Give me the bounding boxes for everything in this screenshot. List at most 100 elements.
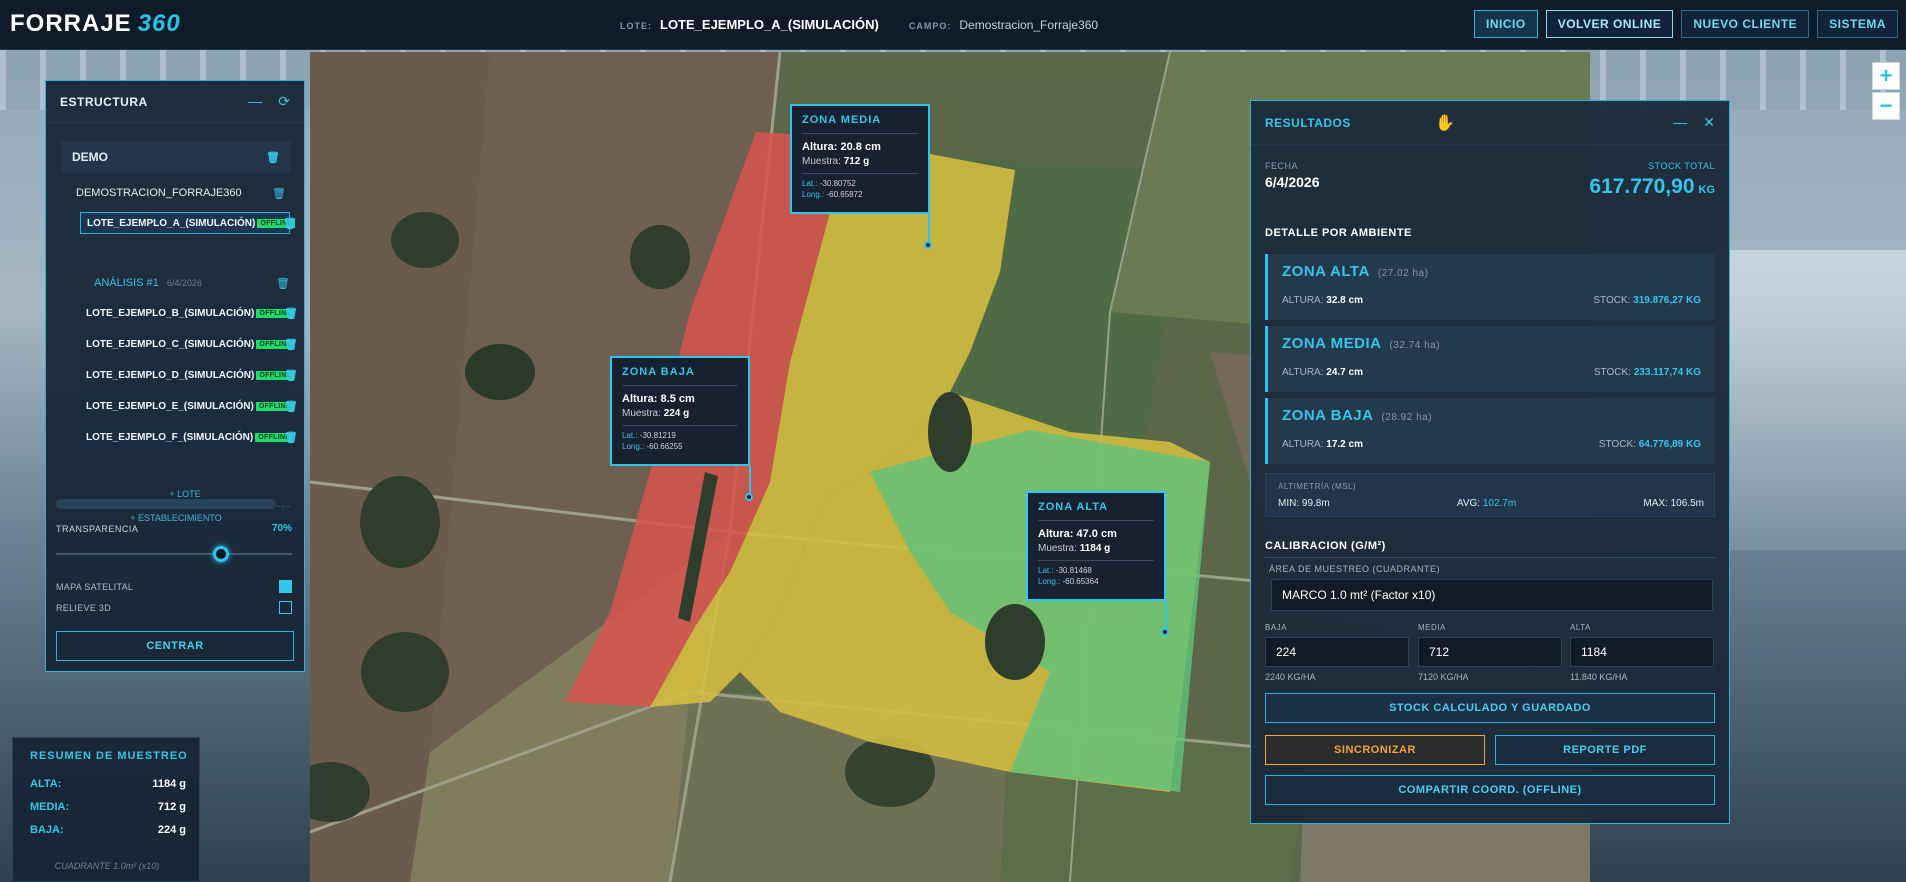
zona-card-alta[interactable]: ZONA ALTA (27.02 ha) ALTURA: 32.8 cm STOC… bbox=[1265, 254, 1715, 320]
compartir-coord-button[interactable]: COMPARTIR COORD. (OFFLINE) bbox=[1265, 775, 1715, 805]
cal-label: BAJA bbox=[1265, 623, 1288, 632]
reporte-pdf-button[interactable]: REPORTE PDF bbox=[1495, 735, 1715, 765]
cal-baja-input[interactable]: 224 bbox=[1265, 637, 1409, 667]
area-select[interactable]: MARCO 1.0 mt² (Factor x10) bbox=[1271, 579, 1713, 611]
slider-knob[interactable] bbox=[213, 546, 230, 562]
altura-value: 17.2 cm bbox=[1326, 439, 1363, 450]
minimize-icon[interactable]: — bbox=[1673, 114, 1687, 131]
tree-cluster bbox=[360, 476, 440, 568]
relieve-row: RELIEVE 3D bbox=[56, 601, 292, 614]
lat-label: Lat.: bbox=[802, 179, 818, 188]
resumen-key: BAJA: bbox=[30, 824, 64, 836]
scroll-progress-bar[interactable] bbox=[56, 499, 276, 509]
resumen-row: BAJA: 224 g bbox=[30, 824, 186, 836]
zoom-out-button[interactable]: − bbox=[1872, 92, 1900, 120]
zoom-in-button[interactable]: + bbox=[1872, 62, 1900, 90]
trash-icon[interactable]: 🗑 bbox=[284, 369, 298, 382]
callout-stem bbox=[749, 466, 751, 496]
trash-icon[interactable]: 🗑 bbox=[272, 187, 286, 200]
tree-node-lote[interactable]: LOTE_EJEMPLO_D_(SIMULACIÓN) OFFLINE 🗑 bbox=[80, 364, 298, 386]
tree-node-analisis[interactable]: ANÁLISIS #1 6/4/2026 🗑 bbox=[94, 273, 290, 293]
panel-header[interactable]: RESULTADOS — ✕ bbox=[1251, 101, 1729, 145]
callout-zona-baja[interactable]: ZONA BAJA Altura: 8.5 cm Muestra: 224 g … bbox=[610, 356, 750, 466]
add-establecimiento-button[interactable]: + ESTABLECIMIENTO bbox=[62, 513, 290, 523]
zona-card-media[interactable]: ZONA MEDIA (32.74 ha) ALTURA: 24.7 cm STO… bbox=[1265, 326, 1715, 392]
sistema-button[interactable]: SISTEMA bbox=[1817, 10, 1898, 38]
lng-label: Long.: bbox=[802, 190, 825, 199]
sample-pin-alta[interactable] bbox=[1161, 628, 1169, 636]
campo-label: CAMPO: bbox=[908, 21, 952, 31]
trash-icon[interactable]: 🗑 bbox=[284, 400, 298, 413]
resultados-panel: RESULTADOS — ✕ ✋ FECHA 6/4/2026 STOCK TO… bbox=[1250, 100, 1730, 824]
muestra-label: Muestra: bbox=[802, 156, 841, 167]
mapa-satelital-label: MAPA SATELITAL bbox=[56, 581, 134, 592]
trash-icon[interactable]: 🗑 bbox=[276, 277, 290, 290]
lote-label: LOTE_EJEMPLO_A_(SIMULACIÓN) bbox=[87, 217, 256, 229]
stock-unit: KG bbox=[1698, 184, 1716, 196]
tree-node-lote[interactable]: LOTE_EJEMPLO_F_(SIMULACIÓN) OFFLINE 🗑 bbox=[80, 426, 298, 448]
resumen-value: 224 g bbox=[157, 824, 186, 836]
zona-ha: (28.92 ha) bbox=[1381, 412, 1433, 423]
structure-tree: DEMO 🗑 DEMOSTRACION_FORRAJE360 🗑 LOTE_EJ… bbox=[62, 141, 298, 555]
resumen-row: MEDIA: 712 g bbox=[30, 801, 186, 813]
transparencia-slider[interactable] bbox=[56, 546, 292, 562]
tree-node-lote[interactable]: LOTE_EJEMPLO_B_(SIMULACIÓN) OFFLINE 🗑 bbox=[80, 302, 298, 324]
resumen-row: ALTA: 1184 g bbox=[30, 778, 186, 790]
tree-node-lote[interactable]: LOTE_EJEMPLO_E_(SIMULACIÓN) OFFLINE 🗑 bbox=[80, 395, 298, 417]
brand-suffix: 360 bbox=[137, 10, 181, 37]
altura-value: 8.5 cm bbox=[660, 393, 695, 405]
callout-zona-alta[interactable]: ZONA ALTA Altura: 47.0 cm Muestra: 1184 … bbox=[1026, 491, 1166, 601]
cal-media-input[interactable]: 712 bbox=[1418, 637, 1562, 667]
centrar-button[interactable]: CENTRAR bbox=[56, 631, 294, 661]
alt-max-label: MAX: bbox=[1643, 498, 1668, 509]
lng-label: Long.: bbox=[622, 442, 645, 451]
zona-name: ZONA ALTA bbox=[1282, 263, 1370, 280]
hand-cursor-icon: ✋ bbox=[1435, 115, 1455, 132]
trash-icon[interactable]: 🗑 bbox=[283, 217, 297, 230]
minimize-icon[interactable]: — bbox=[248, 93, 262, 110]
trash-icon[interactable]: 🗑 bbox=[284, 338, 298, 351]
top-bar: FORRAJE 360 LOTE: LOTE_EJEMPLO_A_(SIMULAC… bbox=[0, 0, 1906, 50]
brand-logo[interactable]: FORRAJE 360 bbox=[10, 10, 181, 38]
sample-pin-media[interactable] bbox=[924, 241, 932, 249]
refresh-icon[interactable]: ⟳ bbox=[278, 93, 290, 110]
muestra-label: Muestra: bbox=[1038, 543, 1077, 554]
close-icon[interactable]: ✕ bbox=[1703, 114, 1715, 131]
trash-icon[interactable]: 🗑 bbox=[266, 151, 280, 164]
alt-min: MIN: 99.8m bbox=[1278, 498, 1330, 509]
tree-node-lote[interactable]: LOTE_EJEMPLO_C_(SIMULACIÓN) OFFLINE 🗑 bbox=[80, 333, 298, 355]
tree-node-lote[interactable]: LOTE_EJEMPLO_A_(SIMULACIÓN) OFFLINE 🗑 bbox=[80, 212, 297, 234]
callout-zona-media[interactable]: ZONA MEDIA Altura: 20.8 cm Muestra: 712 … bbox=[790, 104, 930, 214]
cal-label: MEDIA bbox=[1418, 623, 1446, 632]
alt-min-value: 99.8m bbox=[1301, 498, 1330, 509]
altura-value: 24.7 cm bbox=[1326, 367, 1363, 378]
brand-name: FORRAJE bbox=[10, 10, 132, 37]
cal-alta-input[interactable]: 1184 bbox=[1570, 637, 1714, 667]
inicio-button[interactable]: INICIO bbox=[1474, 10, 1538, 38]
relieve-label: RELIEVE 3D bbox=[56, 602, 112, 613]
tree-node-establecimiento[interactable]: DEMOSTRACION_FORRAJE360 🗑 bbox=[72, 181, 290, 205]
altura-label: Altura: bbox=[802, 141, 838, 153]
resumen-footer: CUADRANTE 1.0m² (x10) bbox=[54, 861, 160, 871]
altura-label: ALTURA: bbox=[1282, 439, 1324, 450]
sincronizar-button[interactable]: SINCRONIZAR bbox=[1265, 735, 1485, 765]
alt-max: MAX: 106.5m bbox=[1643, 498, 1704, 509]
lote-label: LOTE_EJEMPLO_E_(SIMULACIÓN) bbox=[86, 400, 254, 412]
stock-total-value: 617.770,90 KG bbox=[1589, 175, 1715, 199]
stock-number: 617.770,90 bbox=[1589, 175, 1695, 198]
trash-icon[interactable]: 🗑 bbox=[284, 307, 298, 320]
tree-node-cliente[interactable]: DEMO 🗑 bbox=[62, 141, 290, 173]
cliente-label: DEMO bbox=[72, 150, 108, 164]
cal-alta: ALTA 1184 11.840 KG/HA bbox=[1570, 623, 1714, 682]
zona-card-baja[interactable]: ZONA BAJA (28.92 ha) ALTURA: 17.2 cm STOC… bbox=[1265, 398, 1715, 464]
lat-label: Lat.: bbox=[1038, 566, 1054, 575]
altura-value: 20.8 cm bbox=[840, 141, 881, 153]
relieve-checkbox[interactable] bbox=[279, 601, 292, 614]
stock-calculado-button[interactable]: STOCK CALCULADO Y GUARDADO bbox=[1265, 693, 1715, 723]
volver-online-button[interactable]: VOLVER ONLINE bbox=[1545, 10, 1674, 38]
nuevo-cliente-button[interactable]: NUEVO CLIENTE bbox=[1681, 10, 1810, 38]
trash-icon[interactable]: 🗑 bbox=[284, 431, 298, 444]
cal-label: ALTA bbox=[1570, 623, 1591, 632]
mapa-satelital-checkbox[interactable] bbox=[279, 580, 292, 593]
sample-pin-baja[interactable] bbox=[745, 493, 753, 501]
